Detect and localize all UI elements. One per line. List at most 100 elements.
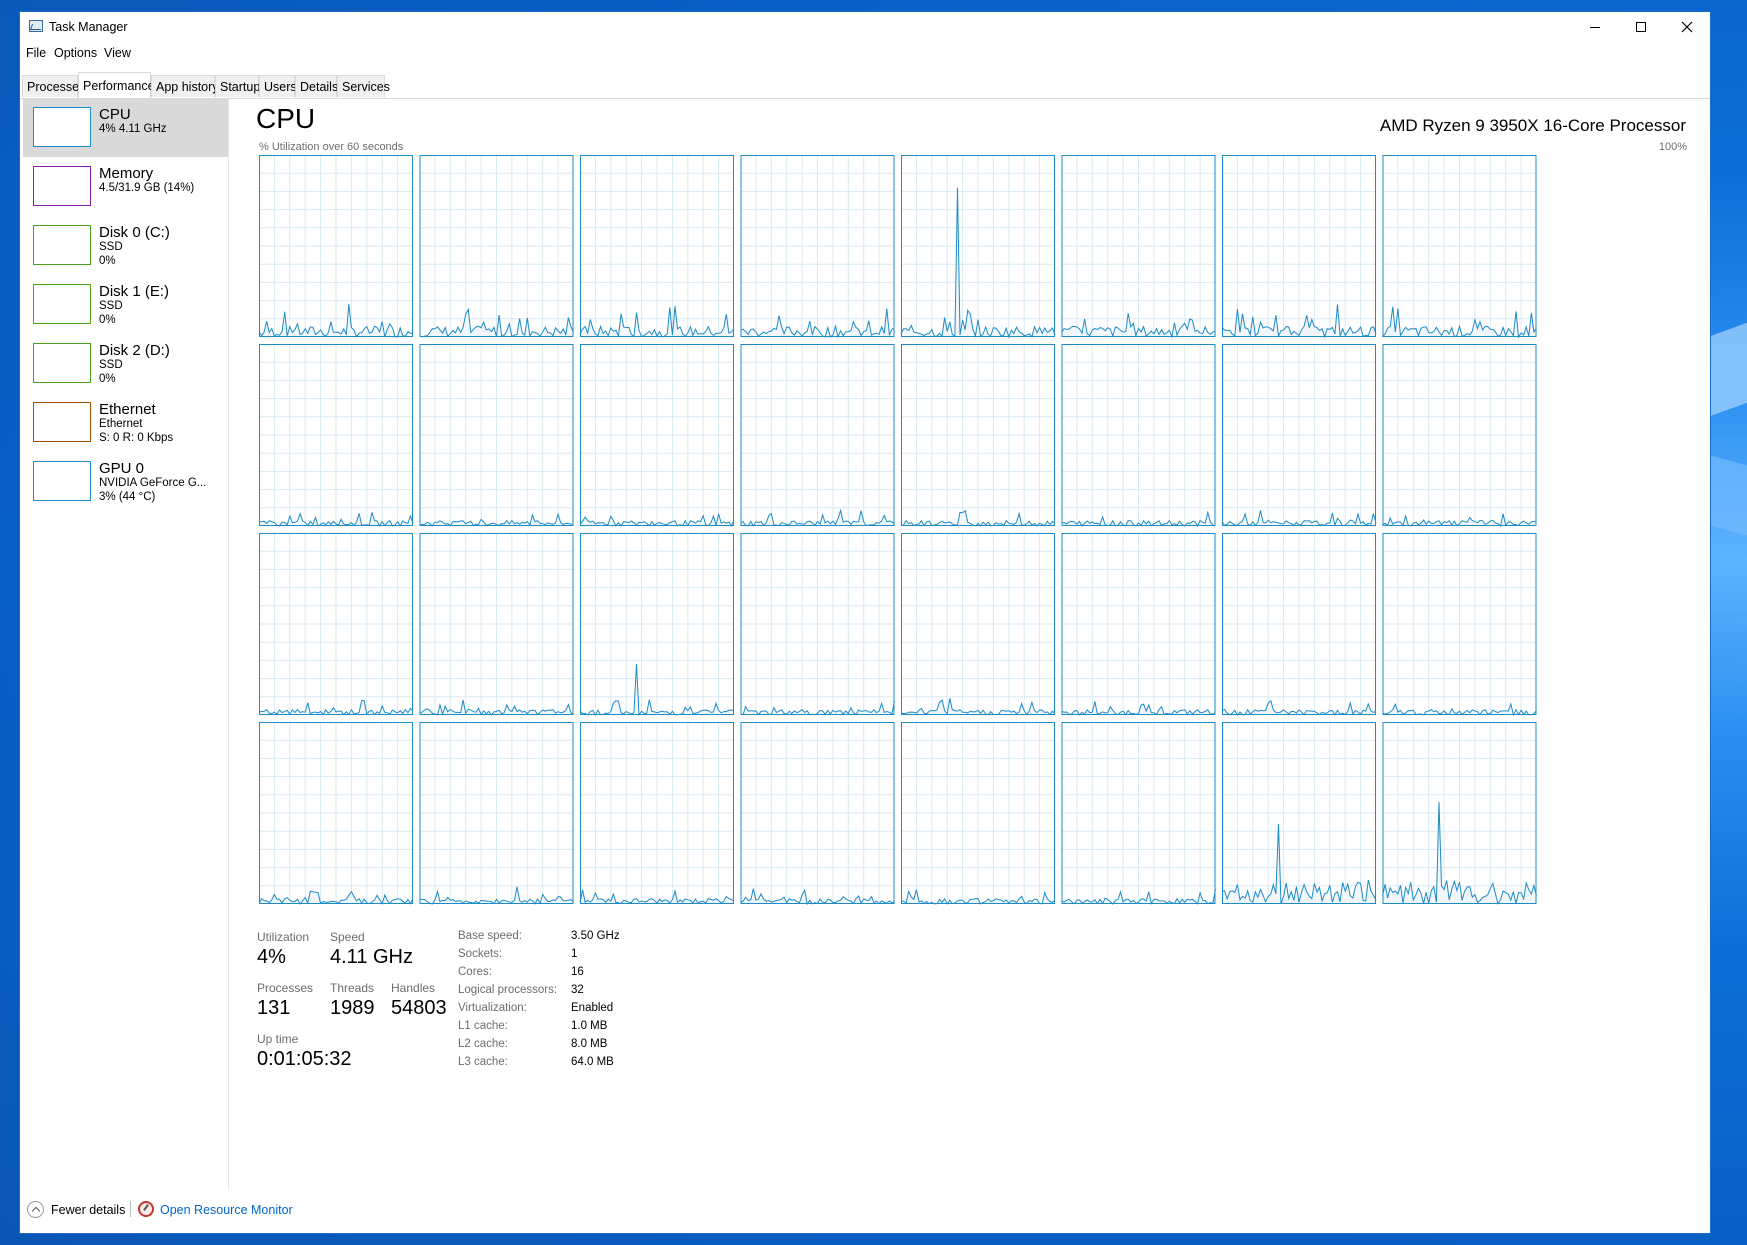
graph-gridlines <box>901 344 1055 526</box>
graph-gridlines <box>901 533 1055 715</box>
graph-gridlines <box>1382 344 1537 526</box>
fewer-details-label: Fewer details <box>51 1203 126 1217</box>
open-resource-monitor-link[interactable]: Open Resource Monitor <box>160 1203 293 1217</box>
sidebar-item-name: Disk 0 (C:) <box>99 224 170 241</box>
task-manager-window: Task Manager File Options View Processes… <box>19 11 1711 1234</box>
logical-processor-graph <box>900 155 1056 339</box>
threads-value: 1989 <box>330 997 375 1019</box>
sidebar-item-detail: Ethernet <box>99 418 143 430</box>
sidebar-item-ethernet[interactable]: Ethernet Ethernet S: 0 R: 0 Kbps <box>23 394 228 452</box>
base-speed-label: Base speed: <box>458 930 522 942</box>
tab-processes[interactable]: Processes <box>22 75 85 97</box>
handles-label: Handles <box>391 981 436 995</box>
processes-value: 131 <box>257 997 291 1019</box>
tab-startup[interactable]: Startup <box>215 75 260 97</box>
sidebar-item-name: GPU 0 <box>99 460 145 477</box>
minimize-icon <box>1590 27 1600 28</box>
tab-strip: Processes Performance App history Startu… <box>20 64 1710 99</box>
logical-processor-graph <box>1221 533 1377 716</box>
logical-processor-graph <box>419 533 574 717</box>
tab-services[interactable]: Services <box>337 75 390 97</box>
logical-processor-graph <box>259 533 414 716</box>
graph-gridlines <box>580 722 734 904</box>
sockets-value: 1 <box>571 948 578 960</box>
tab-app-history[interactable]: App history <box>151 75 219 97</box>
logical-processor-graph <box>1221 344 1377 527</box>
graph-gridlines <box>580 155 734 337</box>
logical-processor-graph <box>259 344 414 527</box>
logical-processor-graph <box>259 722 414 906</box>
graph-gridlines <box>740 344 895 526</box>
ethernet-mini-graph <box>33 402 91 442</box>
task-manager-icon <box>29 20 43 32</box>
sidebar-item-disk-0[interactable]: Disk 0 (C:) SSD 0% <box>23 217 228 275</box>
minimize-button[interactable] <box>1572 12 1618 42</box>
l2-cache-value: 8.0 MB <box>571 1038 608 1050</box>
utilization-value: 4% <box>257 946 286 968</box>
sidebar-item-memory[interactable]: Memory 4.5/31.9 GB (14%) <box>23 158 228 216</box>
graph-gridlines <box>1061 155 1216 337</box>
sidebar-item-detail: 0% <box>99 314 116 326</box>
graph-gridlines <box>419 722 574 904</box>
graph-gridlines <box>259 344 413 526</box>
graph-gridlines <box>740 155 895 337</box>
graph-gridlines <box>259 722 413 904</box>
window-title: Task Manager <box>49 20 128 34</box>
processes-label: Processes <box>257 981 314 995</box>
graph-gridlines <box>259 155 413 337</box>
logical-processor-graph <box>579 344 735 528</box>
graph-max-label: 100% <box>1658 141 1687 153</box>
maximize-button[interactable] <box>1618 12 1664 42</box>
sidebar-item-cpu[interactable]: CPU 4% 4.11 GHz <box>23 99 228 157</box>
disk-mini-graph <box>33 284 91 324</box>
sidebar-item-name: CPU <box>99 106 131 123</box>
tab-details[interactable]: Details <box>295 75 338 97</box>
virtualization-label: Virtualization: <box>458 1002 527 1014</box>
logical-processor-graph <box>740 722 895 906</box>
footer-divider <box>130 1201 131 1217</box>
disk-mini-graph <box>33 225 91 265</box>
graph-gridlines <box>580 533 734 715</box>
menu-options[interactable]: Options <box>54 46 97 60</box>
page-title: CPU <box>256 103 316 134</box>
logical-processor-graph <box>740 344 895 527</box>
logical-processor-graph-grid[interactable] <box>259 155 1683 995</box>
logical-processor-graph <box>1221 722 1377 905</box>
l3-cache-value: 64.0 MB <box>571 1056 614 1068</box>
tab-users[interactable]: Users <box>259 75 297 97</box>
logical-processor-graph <box>1382 722 1537 906</box>
logical-processor-graph <box>1061 344 1216 527</box>
title-bar[interactable]: Task Manager <box>20 12 1710 42</box>
sidebar-item-detail: 3% (44 °C) <box>99 491 156 503</box>
graph-gridlines <box>1382 722 1537 904</box>
sidebar-item-detail: 4.5/31.9 GB (14%) <box>99 182 195 194</box>
sidebar-item-name: Ethernet <box>99 401 156 418</box>
sidebar-item-detail: NVIDIA GeForce G... <box>99 477 207 489</box>
menu-view[interactable]: View <box>104 46 131 60</box>
graph-gridlines <box>901 722 1055 904</box>
wallpaper-beam <box>1707 322 1747 418</box>
logical-processor-graph <box>1382 344 1537 527</box>
wallpaper-beam <box>1707 454 1747 536</box>
uptime-label: Up time <box>257 1032 299 1046</box>
sidebar-item-disk-1[interactable]: Disk 1 (E:) SSD 0% <box>23 276 228 334</box>
tab-performance[interactable]: Performance <box>78 72 155 98</box>
menu-file[interactable]: File <box>26 46 46 60</box>
close-icon <box>1681 21 1693 33</box>
logical-processor-graph <box>900 722 1056 905</box>
close-button[interactable] <box>1664 12 1710 42</box>
graph-gridlines <box>1061 722 1216 904</box>
logical-processor-graph <box>419 155 574 338</box>
graph-gridlines <box>1222 722 1376 904</box>
sidebar-item-gpu-0[interactable]: GPU 0 NVIDIA GeForce G... 3% (44 °C) <box>23 453 228 511</box>
graph-gridlines <box>740 722 895 904</box>
graph-gridlines <box>1061 344 1216 526</box>
gpu-mini-graph <box>33 461 91 501</box>
logical-processors-label: Logical processors: <box>458 984 558 996</box>
logical-processor-graph <box>1061 533 1216 716</box>
graph-gridlines <box>419 155 574 337</box>
logical-processor-graph <box>1382 533 1537 717</box>
sidebar-item-disk-2[interactable]: Disk 2 (D:) SSD 0% <box>23 335 228 393</box>
resource-sidebar: CPU 4% 4.11 GHz Memory 4.5/31.9 GB (14%)… <box>23 99 229 1189</box>
logical-processor-graph <box>1221 155 1377 339</box>
